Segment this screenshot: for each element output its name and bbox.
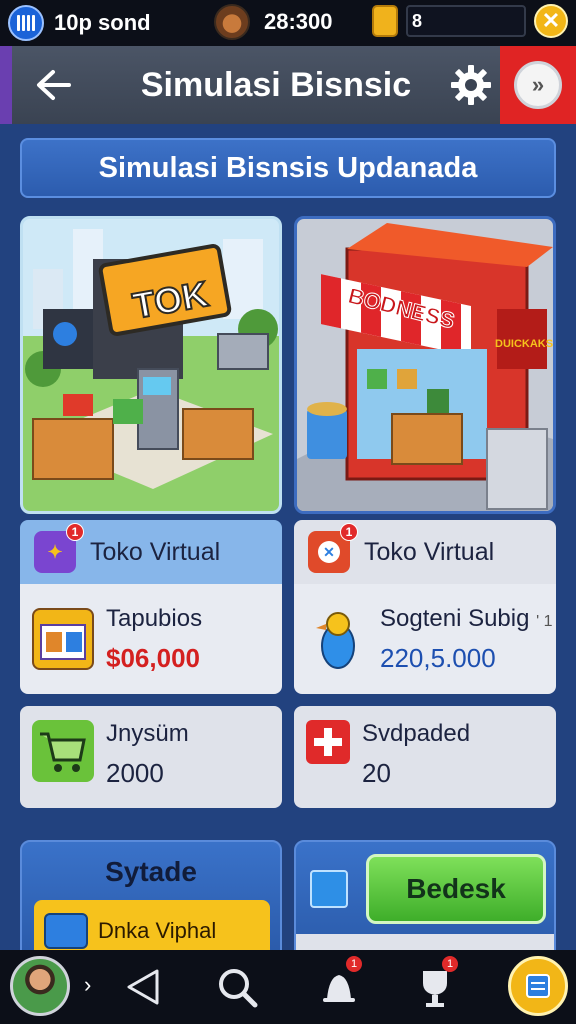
bird-mascot-icon	[306, 608, 368, 670]
wallet-icon	[44, 913, 88, 949]
search-icon[interactable]	[206, 956, 268, 1018]
tab-toko-virtual-left[interactable]: ✦ 1 Toko Virtual	[20, 520, 282, 584]
tab-label: Toko Virtual	[364, 537, 495, 566]
primary-action-button[interactable]: Bedesk	[366, 854, 546, 924]
notification-badge: 1	[346, 956, 362, 972]
supplies-panel: Svdpaded 20	[294, 706, 556, 808]
tab-label: Toko Virtual	[90, 537, 221, 566]
stat-label: Jnysüm	[106, 720, 189, 747]
stat-value: 220,5.000	[380, 642, 496, 673]
back-arrow-icon	[37, 70, 71, 100]
stat-value: $06,000	[106, 642, 200, 673]
status-bar: 10p sond 28:300 8 ✕	[0, 0, 576, 46]
side-accent	[0, 46, 12, 124]
action-card: Bedesk	[294, 840, 556, 962]
notification-badge: 1	[442, 956, 458, 972]
shopping-cart-icon[interactable]	[32, 720, 94, 782]
clock-time: 28:300	[264, 9, 333, 34]
skip-panel: »	[500, 46, 576, 124]
notification-badge: 1	[340, 523, 358, 541]
system-sub-label: Dnka Viphal	[98, 918, 217, 943]
store-app-icon: ✦ 1	[34, 523, 84, 573]
home-menu-icon[interactable]	[508, 956, 568, 1016]
dashboard-icon	[32, 608, 94, 670]
business-card-image-right[interactable]: BODNESS DUICKAKS	[294, 216, 556, 514]
user-avatar[interactable]	[10, 956, 70, 1016]
gear-icon[interactable]	[450, 64, 492, 106]
store-app-icon: ✕ 1	[308, 523, 358, 573]
triangle-back-icon[interactable]	[112, 956, 174, 1018]
checkbox[interactable]	[310, 870, 348, 908]
system-card[interactable]: Sytade Dnka Viphal	[20, 840, 282, 962]
business-card-image-left[interactable]: TOK	[20, 216, 282, 514]
notification-badge: 1	[66, 523, 84, 541]
shop-illustration: TOK	[25, 229, 278, 489]
page-title: Simulasi Bisnsic	[140, 66, 412, 104]
medical-plus-icon[interactable]	[306, 720, 350, 764]
signal-icon	[8, 5, 44, 41]
revenue-panel-right: Sogteni Subig ' 1 220,5.000	[294, 584, 556, 694]
tab-toko-virtual-right[interactable]: ✕ 1 Toko Virtual	[294, 520, 556, 584]
coin-icon	[372, 5, 398, 37]
store-illustration: BODNESS DUICKAKS	[297, 223, 553, 511]
trophy-icon[interactable]: 1	[404, 956, 466, 1018]
carrier-label: 10p sond	[54, 10, 151, 35]
store-side-sign: DUICKAKS	[495, 338, 553, 350]
app-header: Simulasi Bisnsic »	[0, 46, 576, 124]
bell-icon[interactable]: 1	[308, 956, 370, 1018]
close-icon[interactable]: ✕	[534, 4, 568, 38]
bottom-nav: › 1 1	[0, 950, 576, 1024]
section-banner: Simulasi Bisnsis Updanada	[20, 138, 556, 198]
currency-field[interactable]: 8	[406, 5, 526, 37]
stat-value: 20	[362, 758, 391, 788]
fast-forward-icon[interactable]: »	[514, 61, 562, 109]
back-button[interactable]	[30, 62, 76, 108]
revenue-panel-left: Tapubios $06,000	[20, 584, 282, 694]
stat-suffix: ' 1	[536, 612, 553, 630]
nav-indicator: ›	[84, 972, 92, 997]
stat-value: 2000	[106, 758, 164, 788]
stat-label: Svdpaded	[362, 720, 471, 747]
stat-label: Tapubios	[106, 604, 203, 632]
stat-label: Sogteni Subig	[380, 604, 530, 632]
profile-avatar-icon[interactable]	[214, 4, 250, 40]
system-card-title: Sytade	[105, 856, 197, 887]
inventory-panel: Jnysüm 2000	[20, 706, 282, 808]
